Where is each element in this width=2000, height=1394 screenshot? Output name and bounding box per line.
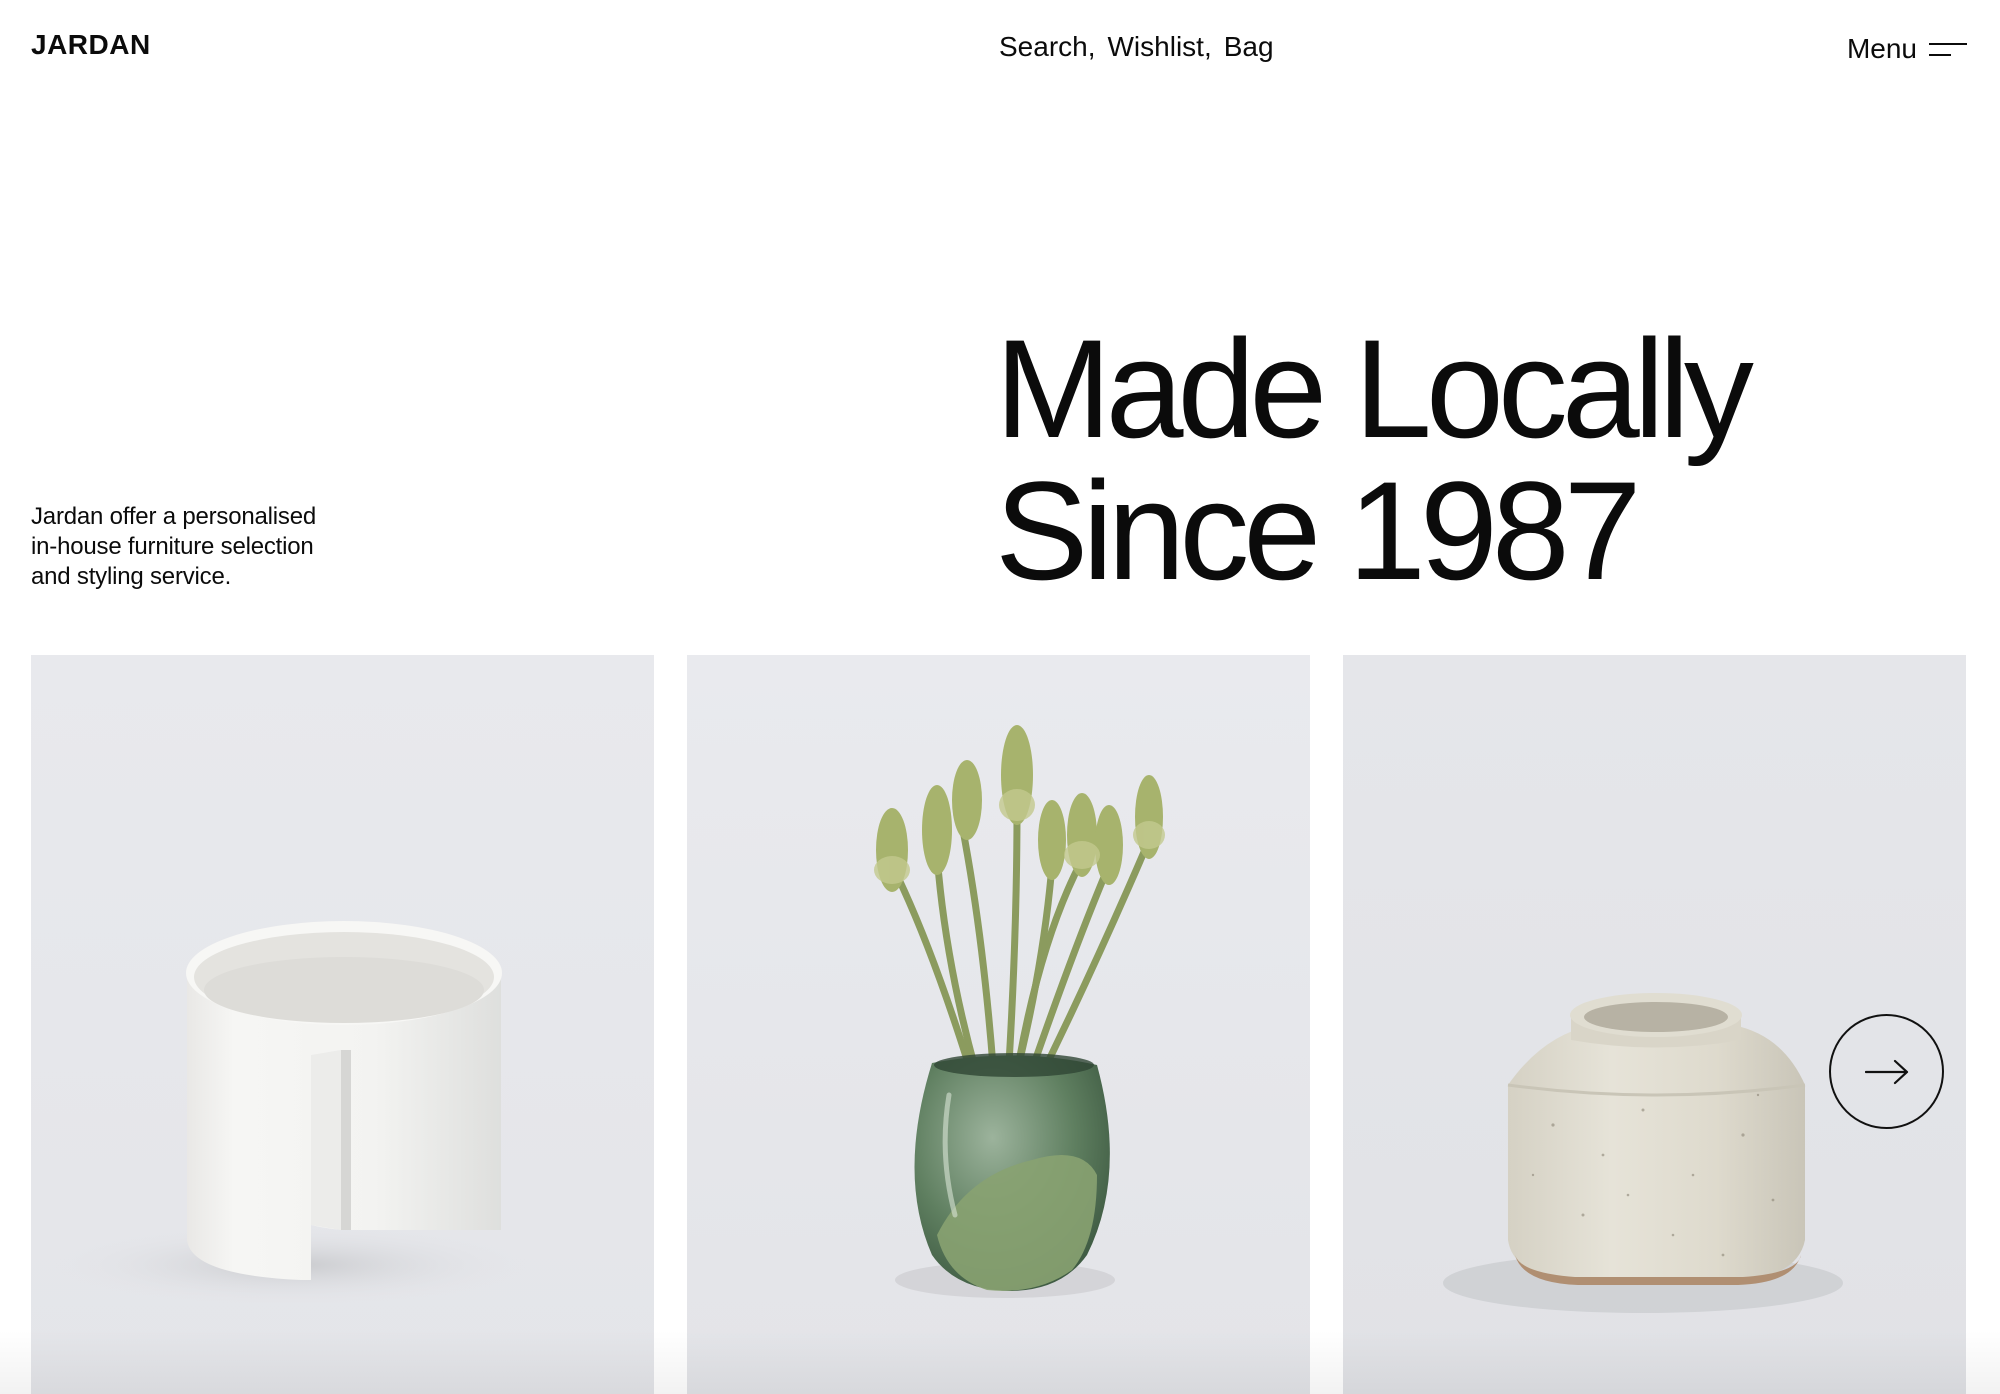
product-card[interactable] [687, 655, 1310, 1394]
intro-line: Jardan offer a personalised [31, 503, 317, 530]
menu-button[interactable]: Menu [1847, 35, 1967, 63]
headline-line: Made Locally [995, 310, 1754, 467]
intro-text: Jardan offer a personalised in-house fur… [31, 502, 351, 592]
white-planter-image [31, 655, 654, 1394]
headline-line: Since 1987 [995, 452, 1642, 609]
logo[interactable]: JARDAN [31, 31, 151, 59]
arrow-right-icon [1864, 1059, 1908, 1084]
green-vase-image [687, 655, 1310, 1394]
intro-line: and styling service. [31, 563, 232, 590]
bag-link[interactable]: Bag [1224, 33, 1274, 61]
carousel-next-button[interactable] [1829, 1014, 1944, 1129]
hero-headline: Made Locally Since 1987 [995, 318, 1955, 602]
utility-nav: Search, Wishlist, Bag [999, 33, 1274, 61]
product-carousel [31, 655, 1966, 1394]
menu-label: Menu [1846, 33, 1917, 64]
wishlist-link[interactable]: Wishlist, [1108, 33, 1212, 61]
product-card[interactable] [31, 655, 654, 1394]
intro-line: in-house furniture selection [31, 533, 314, 560]
hamburger-icon [1929, 40, 1967, 58]
search-link[interactable]: Search, [999, 33, 1096, 61]
